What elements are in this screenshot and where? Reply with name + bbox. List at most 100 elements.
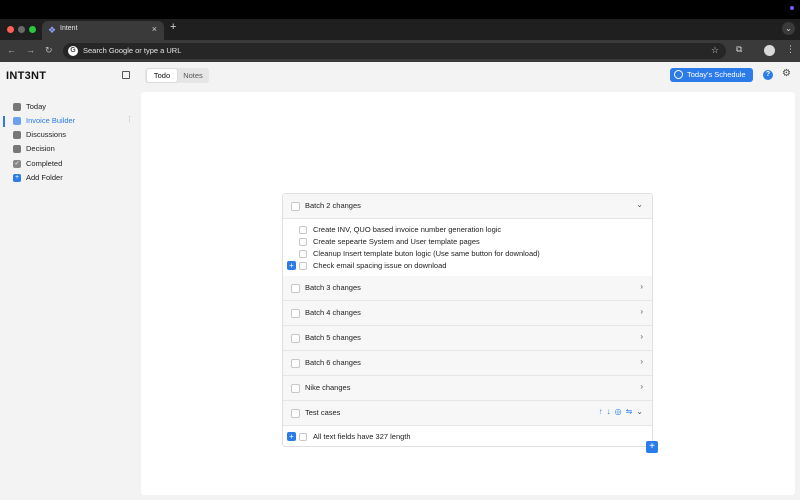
task-row: Create INV, QUO based invoice number gen… <box>283 224 652 236</box>
task-checkbox[interactable] <box>299 250 307 258</box>
group-header[interactable]: Test cases ↑ ↓ ◎ ⇋ ⌄ <box>283 401 652 426</box>
maximize-window-button[interactable] <box>29 26 36 33</box>
sidebar-item-label: Today <box>26 102 47 111</box>
group-actions: ↑ ↓ ◎ ⇋ ⌄ <box>595 407 643 416</box>
task-row: + Check email spacing issue on download <box>283 260 652 272</box>
add-task-button[interactable]: + <box>287 261 296 270</box>
close-window-button[interactable] <box>7 26 14 33</box>
add-folder-label: Add Folder <box>26 173 63 182</box>
group-checkbox[interactable] <box>291 359 300 368</box>
task-checkbox[interactable] <box>299 262 307 270</box>
folder-icon <box>13 131 21 139</box>
tab-search-chevron-icon[interactable]: ⌄ <box>782 22 795 35</box>
move-up-icon[interactable]: ↑ <box>599 407 603 416</box>
group-checkbox[interactable] <box>291 309 300 318</box>
os-top-bar <box>0 0 800 19</box>
folder-icon <box>13 117 21 125</box>
close-tab-icon[interactable]: × <box>152 24 157 34</box>
more-options-icon[interactable]: ⋮ <box>126 115 133 123</box>
forward-icon[interactable]: → <box>26 45 35 55</box>
browser-toolbar: ← → ↻ G Search Google or type a URL ☆ ⧉ … <box>0 40 800 62</box>
plus-icon: + <box>13 174 21 182</box>
sidebar-item-label: Decision <box>26 144 55 153</box>
group-title: Batch 2 changes <box>305 201 361 210</box>
favicon-icon: ❖ <box>48 25 57 35</box>
minimize-window-button[interactable] <box>18 26 25 33</box>
add-group-button[interactable]: + <box>646 441 658 453</box>
group-title: Test cases <box>305 408 341 417</box>
sidebar-item-label: Invoice Builder <box>26 116 76 125</box>
check-icon: ✓ <box>13 160 21 168</box>
task-checkbox[interactable] <box>299 226 307 234</box>
group-header[interactable]: Nike changes › <box>283 376 652 401</box>
todays-schedule-button[interactable]: Today's Schedule <box>670 68 753 82</box>
group-checkbox[interactable] <box>291 284 300 293</box>
task-text[interactable]: Create INV, QUO based invoice number gen… <box>313 225 501 234</box>
status-dot <box>790 6 794 10</box>
swap-icon[interactable]: ⇋ <box>626 407 633 416</box>
new-tab-button[interactable]: + <box>170 21 176 33</box>
task-checkbox[interactable] <box>299 238 307 246</box>
task-text[interactable]: Check email spacing issue on download <box>313 261 446 270</box>
chevron-right-icon[interactable]: › <box>640 282 643 291</box>
schedule-icon[interactable]: ◎ <box>615 407 622 416</box>
group-header[interactable]: Batch 3 changes › <box>283 276 652 301</box>
sidebar-item-label: Discussions <box>26 130 67 139</box>
add-task-button[interactable]: + <box>287 432 296 441</box>
group-checkbox[interactable] <box>291 334 300 343</box>
todo-list-card: Batch 2 changes ⌄ Create INV, QUO based … <box>282 193 653 447</box>
address-bar[interactable]: G Search Google or type a URL ☆ <box>63 43 726 59</box>
tab-notes[interactable]: Notes <box>178 69 208 82</box>
task-text[interactable]: Cleanup Insert template buton logic (Use… <box>313 249 540 258</box>
view-switcher: Todo Notes <box>145 68 209 83</box>
group-title: Batch 4 changes <box>305 308 361 317</box>
group-title: Batch 6 changes <box>305 358 361 367</box>
add-folder-button[interactable]: + Add Folder <box>0 172 135 185</box>
tab-todo[interactable]: Todo <box>147 69 177 82</box>
google-icon: G <box>68 46 78 56</box>
browser-tab[interactable]: ❖ Intent × <box>42 21 164 40</box>
group-checkbox[interactable] <box>291 409 300 418</box>
tab-title: Intent <box>60 25 78 32</box>
settings-gear-icon[interactable]: ⚙ <box>782 68 791 79</box>
bookmark-star-icon[interactable]: ☆ <box>711 45 719 56</box>
folder-icon <box>13 145 21 153</box>
group-checkbox[interactable] <box>291 384 300 393</box>
browser-menu-icon[interactable]: ⋮ <box>786 44 795 55</box>
profile-avatar-icon[interactable] <box>764 45 775 56</box>
group-header[interactable]: Batch 6 changes › <box>283 351 652 376</box>
task-checkbox[interactable] <box>299 433 307 441</box>
group-title: Nike changes <box>305 383 351 392</box>
sidebar-item-invoice-builder[interactable]: Invoice Builder ⋮ <box>0 115 135 128</box>
todays-schedule-label: Today's Schedule <box>687 70 746 79</box>
task-text[interactable]: Create sepearte System and User template… <box>313 237 480 246</box>
address-bar-placeholder: Search Google or type a URL <box>83 46 182 55</box>
sidebar-item-completed[interactable]: ✓ Completed <box>0 158 135 171</box>
chevron-right-icon[interactable]: › <box>640 332 643 341</box>
extensions-icon[interactable]: ⧉ <box>736 44 742 55</box>
group-header[interactable]: Batch 4 changes › <box>283 301 652 326</box>
group-title: Batch 5 changes <box>305 333 361 342</box>
sidebar-item-decision[interactable]: Decision <box>0 143 135 156</box>
group-checkbox[interactable] <box>291 202 300 211</box>
task-row: Create sepearte System and User template… <box>283 236 652 248</box>
clock-icon <box>674 70 683 79</box>
reload-icon[interactable]: ↻ <box>45 45 53 56</box>
task-row: + All text fields have 327 length <box>283 431 652 443</box>
back-icon[interactable]: ← <box>7 45 16 55</box>
sidebar-item-discussions[interactable]: Discussions <box>0 129 135 142</box>
group-title: Batch 3 changes <box>305 283 361 292</box>
chevron-down-icon[interactable]: ⌄ <box>636 407 643 416</box>
group-header[interactable]: Batch 2 changes ⌄ <box>283 194 652 219</box>
sidebar-item-today[interactable]: Today <box>0 101 135 114</box>
sidebar-item-label: Completed <box>26 159 63 168</box>
collapse-sidebar-icon[interactable] <box>122 71 130 79</box>
chevron-right-icon[interactable]: › <box>640 382 643 391</box>
chevron-right-icon[interactable]: › <box>640 307 643 316</box>
task-text[interactable]: All text fields have 327 length <box>313 432 411 441</box>
chevron-right-icon[interactable]: › <box>640 357 643 366</box>
chevron-down-icon[interactable]: ⌄ <box>636 200 643 209</box>
move-down-icon[interactable]: ↓ <box>607 407 611 416</box>
group-header[interactable]: Batch 5 changes › <box>283 326 652 351</box>
help-icon[interactable]: ? <box>763 70 773 80</box>
